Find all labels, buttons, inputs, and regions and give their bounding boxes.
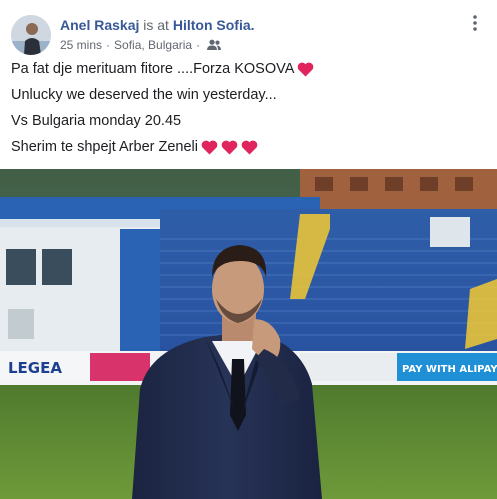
meta-separator: ·: [106, 38, 111, 52]
post-header: Anel Raskaj is at Hilton Sofia. 25 mins …: [0, 0, 497, 62]
ad-board-right: PAY WITH ALIPAY: [402, 364, 497, 375]
author-name-link[interactable]: Anel Raskaj: [60, 17, 139, 33]
place-link[interactable]: Hilton Sofia.: [173, 17, 255, 33]
post-line-4: Sherim te shpejt Arber Zeneli: [11, 138, 487, 157]
post-timestamp[interactable]: 25 mins: [60, 38, 102, 52]
author-avatar[interactable]: [11, 15, 51, 55]
friends-icon[interactable]: [207, 39, 222, 51]
post-photo[interactable]: LEGEA PAY WITH ALIPAY: [0, 169, 497, 499]
heart-icon: [297, 62, 314, 77]
post-line-4-text: Sherim te shpejt Arber Zeneli: [11, 139, 198, 155]
post-line-2-text: Unlucky we deserved the win yesterday...: [11, 87, 277, 103]
heart-icon: [201, 140, 218, 155]
facebook-post: Anel Raskaj is at Hilton Sofia. 25 mins …: [0, 0, 497, 499]
author-line: Anel Raskaj is at Hilton Sofia.: [60, 17, 255, 33]
post-location-link[interactable]: Sofia, Bulgaria: [114, 38, 192, 52]
heart-icon: [221, 140, 238, 155]
post-line-3-text: Vs Bulgaria monday 20.45: [11, 113, 182, 129]
checkin-prefix: is at: [143, 17, 169, 33]
post-line-1-text: Pa fat dje merituam fitore ....Forza KOS…: [11, 61, 295, 77]
heart-icon: [241, 140, 258, 155]
post-text: Pa fat dje merituam fitore ....Forza KOS…: [11, 60, 487, 164]
post-meta: 25 mins · Sofia, Bulgaria ·: [60, 38, 222, 52]
post-line-2: Unlucky we deserved the win yesterday...: [11, 86, 487, 105]
meta-separator-2: ·: [196, 38, 201, 52]
post-line-1: Pa fat dje merituam fitore ....Forza KOS…: [11, 60, 487, 79]
vertical-ellipsis-icon: [473, 15, 477, 31]
post-options-button[interactable]: [466, 14, 484, 32]
ad-board-left: LEGEA: [8, 359, 62, 377]
post-line-3: Vs Bulgaria monday 20.45: [11, 112, 487, 131]
